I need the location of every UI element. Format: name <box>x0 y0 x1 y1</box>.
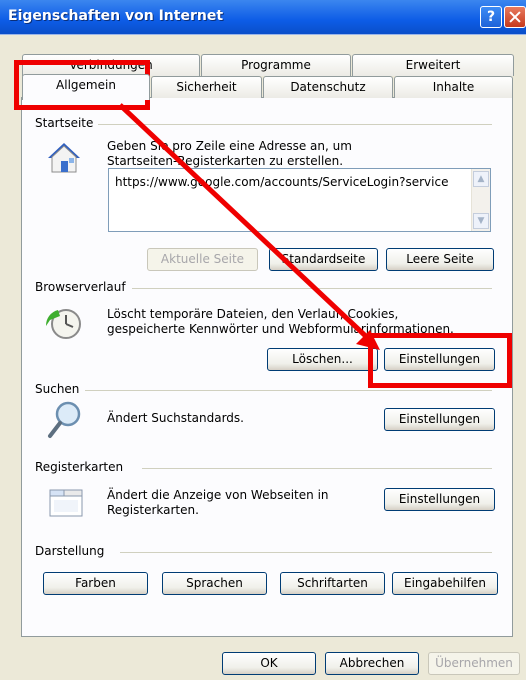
annotation-arrow <box>118 103 380 350</box>
tab-allgemein[interactable]: Allgemein <box>22 74 150 100</box>
